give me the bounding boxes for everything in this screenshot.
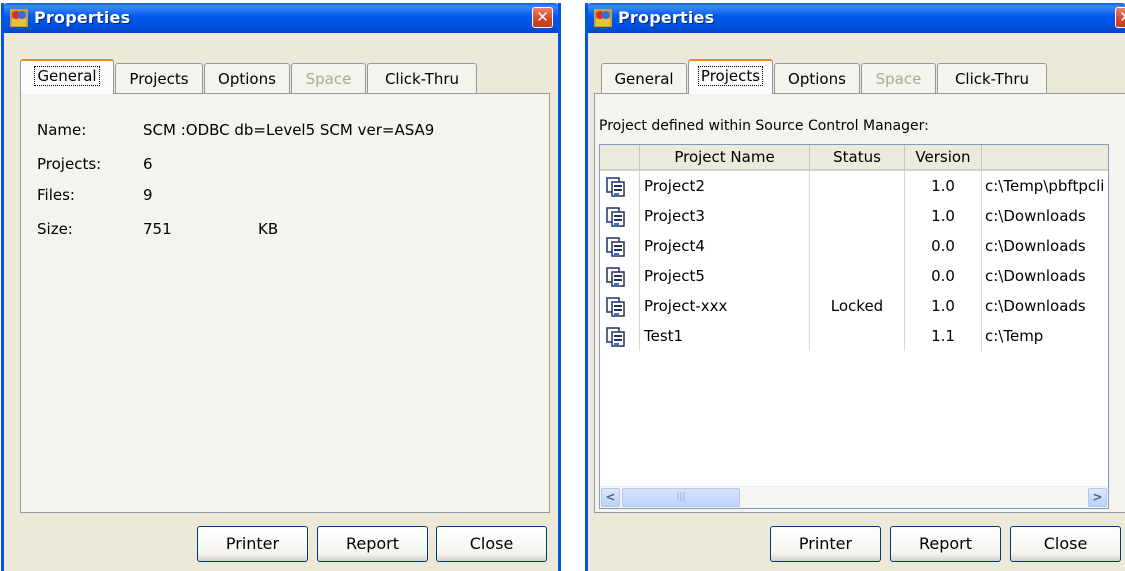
table-row[interactable]: Project4 0.0 c:\Downloads — [600, 231, 1108, 261]
column-header-project-name[interactable]: Project Name — [640, 145, 810, 171]
project-name-cell: Project3 — [640, 201, 810, 231]
project-name-cell: Project-xxx — [640, 291, 810, 321]
report-button[interactable]: Report — [317, 526, 428, 562]
version-cell: 1.1 — [905, 321, 982, 351]
tab-space: Space — [291, 63, 366, 93]
project-name-cell: Project4 — [640, 231, 810, 261]
project-name-cell: Project5 — [640, 261, 810, 291]
tab-space: Space — [861, 63, 936, 93]
projects-value: 6 — [143, 155, 153, 173]
column-header-status[interactable]: Status — [810, 145, 905, 171]
projects-label: Projects: — [37, 155, 102, 173]
scroll-left-icon[interactable]: < — [601, 488, 620, 507]
tab-click-thru[interactable]: Click-Thru — [937, 63, 1047, 93]
tab-projects[interactable]: Projects — [115, 63, 203, 93]
project-icon — [606, 297, 625, 317]
properties-dialog-general: Properties ✕ General Projects Options Sp… — [1, 3, 561, 571]
printer-button[interactable]: Printer — [197, 526, 308, 562]
title-bar[interactable]: Properties ✕ — [4, 3, 558, 33]
project-name-cell: Project2 — [640, 171, 810, 201]
scroll-right-icon[interactable]: > — [1088, 488, 1107, 507]
tab-general[interactable]: General — [601, 63, 687, 93]
row-icon-cell — [600, 321, 640, 351]
app-icon — [594, 9, 612, 27]
files-value: 9 — [143, 186, 153, 204]
version-cell: 1.0 — [905, 201, 982, 231]
tab-options[interactable]: Options — [774, 63, 860, 93]
size-unit: KB — [258, 220, 279, 238]
project-icon — [606, 237, 625, 257]
project-icon — [606, 267, 625, 287]
row-icon-cell — [600, 291, 640, 321]
version-cell: 0.0 — [905, 231, 982, 261]
status-cell — [810, 321, 905, 351]
properties-dialog-projects: Properties ✕ General Projects Options Sp… — [585, 3, 1125, 571]
status-cell — [810, 201, 905, 231]
column-header-version[interactable]: Version — [905, 145, 982, 171]
files-label: Files: — [37, 186, 75, 204]
horizontal-scrollbar[interactable]: < ||| > — [600, 486, 1108, 508]
table-row[interactable]: Project3 1.0 c:\Downloads — [600, 201, 1108, 231]
tab-projects[interactable]: Projects — [688, 59, 773, 94]
tab-click-thru[interactable]: Click-Thru — [367, 63, 477, 93]
version-cell: 1.0 — [905, 291, 982, 321]
title-bar[interactable]: Properties ✕ — [588, 3, 1125, 33]
status-cell — [810, 261, 905, 291]
close-button[interactable]: Close — [1010, 526, 1121, 562]
path-cell: c:\Downloads — [985, 297, 1086, 315]
row-icon-cell — [600, 231, 640, 261]
status-cell — [810, 231, 905, 261]
status-cell — [810, 171, 905, 201]
row-icon-cell — [600, 201, 640, 231]
path-cell: c:\Downloads — [985, 207, 1086, 225]
row-icon-cell — [600, 261, 640, 291]
close-window-icon[interactable]: ✕ — [532, 7, 553, 28]
project-icon — [606, 327, 625, 347]
app-icon — [10, 9, 28, 27]
report-button[interactable]: Report — [890, 526, 1001, 562]
tab-general[interactable]: General — [20, 59, 114, 94]
scroll-thumb[interactable]: ||| — [622, 488, 740, 507]
size-value: 751 — [143, 220, 172, 238]
version-cell: 0.0 — [905, 261, 982, 291]
printer-button[interactable]: Printer — [770, 526, 881, 562]
table-row[interactable]: Test1 1.1 c:\Temp — [600, 321, 1108, 351]
path-cell: c:\Temp — [985, 327, 1044, 345]
dialog-title: Properties — [34, 8, 131, 27]
path-cell: c:\Downloads — [985, 267, 1086, 285]
table-row[interactable]: Project-xxx Locked 1.0 c:\Downloads — [600, 291, 1108, 321]
project-icon — [606, 177, 625, 197]
column-header-path[interactable] — [982, 145, 1108, 171]
table-row[interactable]: Project2 1.0 c:\Temp\pbftpcli — [600, 171, 1108, 201]
projects-panel: Project defined within Source Control Ma… — [594, 93, 1125, 513]
tab-options[interactable]: Options — [204, 63, 290, 93]
path-cell: c:\Temp\pbftpcli — [985, 177, 1105, 195]
projects-grid[interactable]: Project Name Status Version Project2 1.0 c… — [599, 144, 1109, 509]
row-icon-cell — [600, 171, 640, 201]
close-window-icon[interactable]: ✕ — [1115, 7, 1125, 28]
table-row[interactable]: Project5 0.0 c:\Downloads — [600, 261, 1108, 291]
close-button[interactable]: Close — [436, 526, 547, 562]
project-icon — [606, 207, 625, 227]
path-cell: c:\Downloads — [985, 237, 1086, 255]
name-value: SCM :ODBC db=Level5 SCM ver=ASA9 — [143, 121, 435, 139]
project-name-cell: Test1 — [640, 321, 810, 351]
row-icon-header — [600, 145, 640, 171]
dialog-title: Properties — [618, 8, 715, 27]
name-label: Name: — [37, 121, 87, 139]
grid-caption: Project defined within Source Control Ma… — [599, 118, 929, 134]
version-cell: 1.0 — [905, 171, 982, 201]
status-cell: Locked — [810, 291, 905, 321]
size-label: Size: — [37, 220, 73, 238]
general-panel: Name: SCM :ODBC db=Level5 SCM ver=ASA9 P… — [20, 93, 550, 513]
